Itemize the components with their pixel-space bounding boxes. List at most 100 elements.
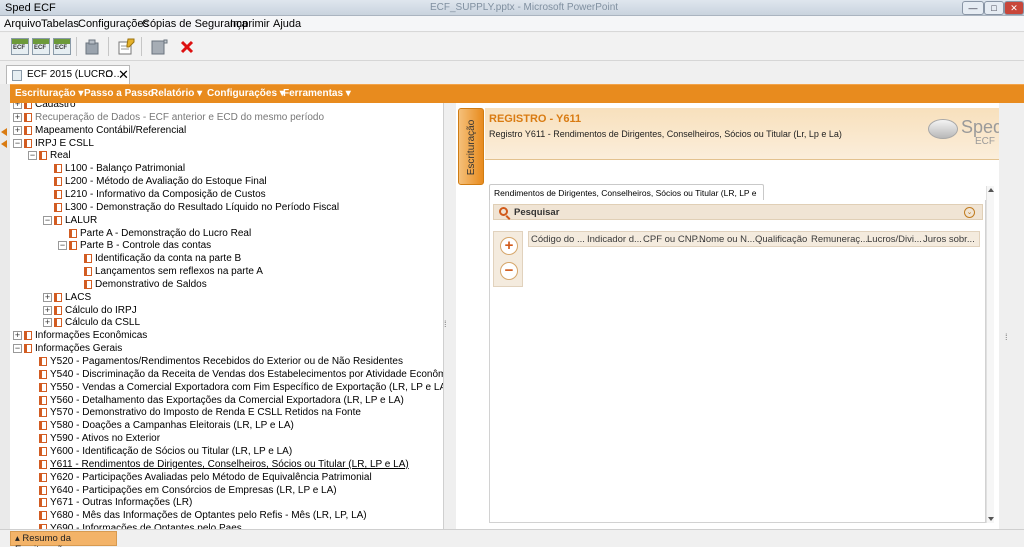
column-header[interactable]: Indicador d... (587, 234, 642, 245)
right-splitter[interactable]: ⁞ (999, 103, 1024, 529)
close-tab-icon[interactable]: ✕ (118, 67, 129, 83)
column-header[interactable]: Remuneraç... (811, 234, 868, 245)
ecf-document-icon (12, 70, 22, 81)
folder-icon (39, 472, 47, 482)
document-tab[interactable]: ECF 2015 (LUCRO… □ ✕ (6, 65, 130, 84)
collapse-left-icon[interactable] (1, 140, 7, 148)
grid-header: Código do ... Indicador d... CPF ou CNP.… (528, 231, 980, 247)
menu-bar: Arquivo Tabelas Configurações Cópias de … (0, 16, 1024, 32)
tree-item-label: Y550 - Vendas a Comercial Exportadora co… (50, 381, 444, 393)
splitter-grip[interactable]: ⁞ (1005, 332, 1008, 342)
column-header[interactable]: Código do ... (531, 234, 585, 245)
menu-relatorio[interactable]: Relatório ▾ (151, 88, 202, 99)
column-header[interactable]: Nome ou N... (699, 234, 755, 245)
maximize-button[interactable]: □ (984, 1, 1004, 15)
row-buttons: + − (493, 231, 523, 287)
menu-configuracoes[interactable]: Configurações ▾ (207, 88, 285, 99)
minimize-button[interactable]: — (962, 1, 984, 15)
resumo-escrituracao-button[interactable]: ▴ Resumo da Escrituração (10, 531, 117, 547)
expand-icon[interactable]: + (13, 125, 22, 135)
folder-icon (54, 305, 62, 315)
expand-icon[interactable]: + (43, 292, 52, 302)
ecf-new-icon[interactable] (11, 38, 29, 55)
folder-icon (54, 202, 62, 212)
folder-icon (24, 103, 32, 109)
menu-escrituracao[interactable]: Escrituração ▾ (15, 88, 83, 99)
collapse-icon[interactable]: − (28, 151, 37, 161)
menu-imprimir[interactable]: Imprimir (230, 18, 270, 30)
folder-icon (24, 112, 32, 122)
ecf-open-icon[interactable] (32, 38, 50, 55)
expand-icon[interactable]: + (13, 331, 22, 341)
search-label: Pesquisar (514, 207, 560, 218)
add-row-button[interactable]: + (500, 237, 518, 255)
expand-icon[interactable]: + (13, 103, 22, 109)
panel-splitter[interactable]: ⁞ (444, 103, 456, 529)
menu-passo-a-passo[interactable]: Passo a Passo (84, 88, 154, 99)
folder-icon (39, 421, 47, 431)
folder-icon (39, 408, 47, 418)
menu-arquivo[interactable]: Arquivo (4, 18, 41, 30)
tree-item-label: LACS (65, 291, 92, 303)
collapse-icon[interactable]: − (43, 215, 52, 225)
collapse-left-icon[interactable] (1, 128, 7, 136)
column-header[interactable]: Qualificação (755, 234, 807, 245)
print-icon[interactable] (150, 38, 168, 55)
folder-icon (39, 459, 47, 469)
left-gutter (0, 84, 10, 529)
chevron-down-icon[interactable]: ⌄ (964, 207, 975, 218)
inner-tab-rendimentos[interactable]: Rendimentos de Dirigentes, Conselheiros,… (489, 184, 764, 208)
tree-item-label: IRPJ E CSLL (35, 137, 94, 149)
menu-tabelas[interactable]: Tabelas (41, 18, 79, 30)
tree-item-label: L300 - Demonstração do Resultado Líquido… (65, 201, 340, 213)
column-header[interactable]: Lucros/Divi... (867, 234, 922, 245)
save-icon[interactable] (83, 38, 101, 55)
remove-row-button[interactable]: − (500, 262, 518, 280)
tree-item-label: Y570 - Demonstrativo do Imposto de Renda… (50, 407, 361, 419)
collapse-icon[interactable]: − (58, 241, 67, 251)
search-icon (499, 207, 508, 216)
toolbar-separator (76, 37, 77, 56)
tree-item-label: Informações Gerais (35, 343, 123, 355)
register-title: REGISTRO - Y611 (489, 113, 582, 125)
tree-item-label: Y540 - Discriminação da Receita de Venda… (50, 368, 444, 380)
collapse-icon[interactable]: − (13, 344, 22, 354)
folder-icon (39, 357, 47, 366)
menu-ferramentas[interactable]: Ferramentas ▾ (283, 88, 351, 99)
folder-icon (39, 382, 47, 392)
menu-configuracoes[interactable]: Configurações (78, 18, 149, 30)
column-header[interactable]: CPF ou CNP... (643, 234, 705, 245)
tree-item-label: Y620 - Participações Avaliadas pelo Méto… (50, 471, 372, 483)
folder-icon (54, 164, 62, 174)
folder-icon (54, 318, 62, 328)
edit-icon[interactable] (117, 38, 135, 55)
folder-icon (24, 331, 32, 341)
folder-icon (54, 215, 62, 225)
tree-item-label: Y611 - Rendimentos de Dirigentes, Consel… (50, 458, 409, 470)
expand-icon[interactable]: + (43, 318, 52, 328)
navigation-tree: + Cadastro + Recuperação de Dados - ECF ant… (10, 103, 444, 529)
menu-ajuda[interactable]: Ajuda (273, 18, 301, 30)
collapse-icon[interactable]: − (13, 138, 22, 148)
column-header[interactable]: Juros sobr... (923, 234, 975, 245)
delete-icon[interactable] (178, 38, 196, 55)
tree-item-label: L210 - Informativo da Composição de Cust… (65, 188, 266, 200)
side-tab-label: Escrituração (466, 119, 477, 176)
toolbar-separator (141, 37, 142, 56)
expand-icon[interactable]: + (43, 305, 52, 315)
tree-item-label: Y600 - Identificação de Sócios ou Titula… (50, 445, 293, 457)
folder-icon (24, 125, 32, 135)
search-bar[interactable]: Pesquisar ⌄ (493, 204, 983, 220)
tree-item-label: Y690 - Informações de Optantes pelo Paes (50, 523, 242, 529)
splitter-grip[interactable]: ⁞ (444, 319, 447, 329)
panel-scrollbar[interactable] (986, 186, 994, 523)
close-window-button[interactable]: ✕ (1004, 1, 1024, 15)
folder-icon (39, 369, 47, 379)
ecf-close-icon[interactable] (53, 38, 71, 55)
expand-icon[interactable]: + (13, 112, 22, 122)
maximize-tab-icon[interactable]: □ (106, 69, 111, 79)
tree-item-label: Y590 - Ativos no Exterior (50, 433, 161, 445)
escrituracao-side-tab[interactable]: Escrituração (458, 108, 484, 185)
orange-menu-bar: Escrituração ▾ Passo a Passo Relatório ▾… (10, 84, 1024, 103)
tree-item-label: Y560 - Detalhamento das Exportações da C… (50, 394, 404, 406)
